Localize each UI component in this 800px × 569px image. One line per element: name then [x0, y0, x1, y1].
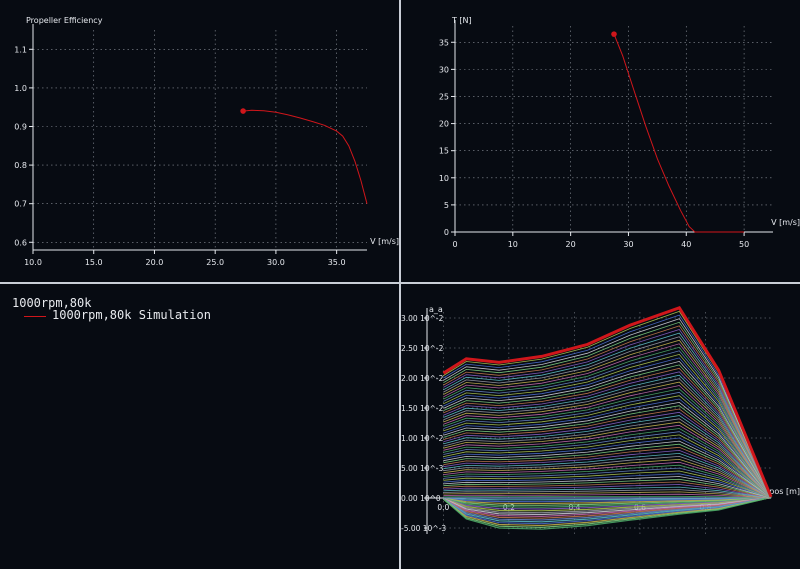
y-tick-label: 0.8 [14, 161, 27, 170]
family-curve [443, 440, 772, 498]
y-tick-label: 0 [444, 228, 449, 237]
legend-entry[interactable]: 1000rpm,80k Simulation [24, 308, 211, 322]
y-tick-label: 5 [444, 201, 449, 210]
y-tick-label: 35 [439, 38, 449, 47]
x-tick-label: 0.0 [437, 503, 449, 512]
x-tick-label: 10.0 [24, 258, 42, 267]
x-tick-label: 35.0 [328, 258, 346, 267]
x-axis-label: pos [m] [769, 487, 800, 496]
x-tick-label: 50 [739, 240, 749, 249]
y-tick-label: 1.0 [14, 84, 27, 93]
x-axis-label: V [m/s] [370, 237, 399, 246]
x-tick-label: 30.0 [267, 258, 285, 267]
legend-entry-label: 1000rpm,80k Simulation [52, 308, 211, 322]
legend-swatch [24, 315, 46, 317]
distribution-chart-panel: -5.00 10^-3 0.00 10^0 5.00 10^-3 1.00 10^-2… [401, 284, 800, 569]
y-axis-label: T [N] [451, 16, 472, 25]
x-tick-label: 40 [681, 240, 691, 249]
y-tick-label: 2.50 10^-2 [401, 344, 444, 353]
x-tick-label: 20 [566, 240, 576, 249]
x-tick-label: 15.0 [85, 258, 103, 267]
y-tick-label: 3.00 10^-2 [401, 314, 444, 323]
y-tick-label: 1.1 [14, 45, 27, 54]
data-point-marker [611, 31, 617, 37]
x-tick-label: 10 [508, 240, 518, 249]
y-tick-label: 1.00 10^-2 [401, 434, 444, 443]
thrust-chart-panel: 0 5 10 15 20 25 30 35 0 10 20 30 40 50 T [N] V [m/s] [401, 0, 800, 282]
x-tick-label: 25.0 [206, 258, 224, 267]
x-tick-label: 30 [623, 240, 633, 249]
y-tick-label: 30 [439, 65, 449, 74]
y-tick-label: 5.00 10^-3 [401, 464, 444, 473]
y-axis-label: a_a [429, 305, 443, 314]
x-axis-label: V [m/s] [771, 218, 800, 227]
y-tick-label: 25 [439, 92, 449, 101]
efficiency-chart: 0.6 0.7 0.8 0.9 1.0 1.1 10.0 15.0 20.0 25.0 30.0 35… [14, 16, 399, 267]
series-line [243, 109, 368, 204]
distribution-chart: -5.00 10^-30.00 10^05.00 10^-31.00 10^-2… [401, 305, 800, 534]
x-tick-label: 0 [452, 240, 457, 249]
y-tick-label: -5.00 10^-3 [401, 524, 446, 533]
y-tick-label: 0.6 [14, 238, 27, 247]
y-tick-label: 0.7 [14, 200, 27, 209]
y-tick-label: 1.50 10^-2 [401, 404, 444, 413]
panel-divider-vertical[interactable] [399, 0, 401, 569]
y-tick-label: 15 [439, 147, 449, 156]
y-tick-label: 20 [439, 120, 449, 129]
family-curve [443, 310, 772, 497]
data-point-marker [240, 108, 246, 114]
y-tick-label: 2.00 10^-2 [401, 374, 444, 383]
series-line [613, 33, 745, 233]
y-tick-label: 10 [439, 174, 449, 183]
thrust-chart: 0 5 10 15 20 25 30 35 0 10 20 30 40 50 T [N] V [m/s] [439, 16, 800, 249]
efficiency-chart-panel: 0.6 0.7 0.8 0.9 1.0 1.1 10.0 15.0 20.0 25.0 30.0 35… [0, 0, 399, 282]
panel-divider-horizontal[interactable] [0, 282, 800, 284]
x-tick-label: 20.0 [146, 258, 164, 267]
legend-panel: 1000rpm,80k 1000rpm,80k Simulation [0, 284, 399, 569]
y-axis-label: Propeller Efficiency [26, 16, 103, 25]
y-tick-label: 0.9 [14, 122, 27, 131]
